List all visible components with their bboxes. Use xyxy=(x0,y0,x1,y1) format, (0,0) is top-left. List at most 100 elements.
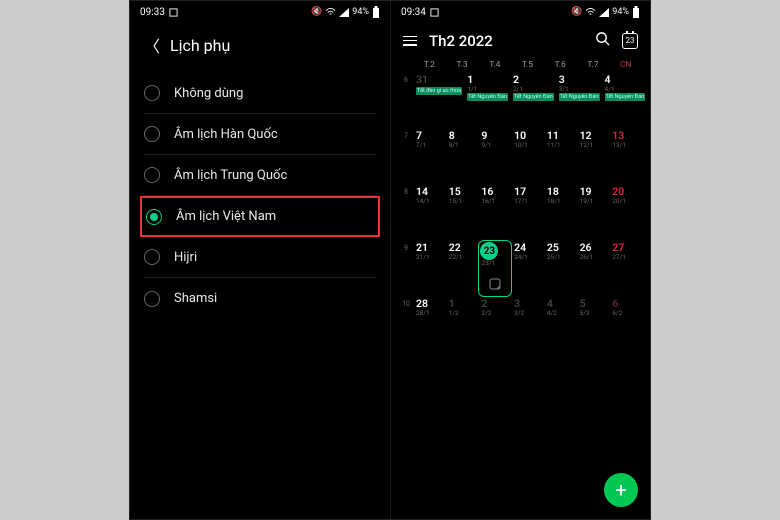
day-cell[interactable]: 1212/1 xyxy=(578,129,610,184)
signal-icon xyxy=(339,8,349,17)
lunar-date: 13/1 xyxy=(612,142,640,149)
month-label[interactable]: Th2 2022 xyxy=(429,32,493,50)
radio-icon xyxy=(144,167,160,183)
day-number: 16 xyxy=(481,187,509,198)
week-number: 7 xyxy=(399,129,413,184)
day-number: 1 xyxy=(467,75,508,86)
day-cell[interactable]: 1313/1 xyxy=(610,129,642,184)
day-cell[interactable]: 2626/1 xyxy=(578,241,610,296)
lunar-date: 4/2 xyxy=(547,310,575,317)
day-number: 14 xyxy=(416,187,444,198)
week-number: 10 xyxy=(399,297,413,352)
calendar-type-option[interactable]: Không dùng xyxy=(144,73,376,114)
search-icon[interactable] xyxy=(595,31,610,50)
event-chip: Tết Nguyên Đán xyxy=(559,93,600,101)
wifi-icon xyxy=(325,8,336,17)
option-label: Shamsi xyxy=(174,291,217,306)
lunar-date: 3/2 xyxy=(514,310,542,317)
option-label: Không dùng xyxy=(174,86,243,101)
day-cell[interactable]: 1919/1 xyxy=(578,185,610,240)
day-cell[interactable]: 77/1 xyxy=(414,129,446,184)
day-cell[interactable]: 1616/1 xyxy=(479,185,511,240)
day-cell[interactable]: 2727/1 xyxy=(610,241,642,296)
day-cell[interactable]: 1111/1 xyxy=(545,129,577,184)
day-cell[interactable]: 44/1Tết Nguyên Đán xyxy=(603,73,648,128)
option-label: Hijri xyxy=(174,250,197,265)
day-cell[interactable]: 2121/1 xyxy=(414,241,446,296)
day-number: 1 xyxy=(449,299,477,310)
dow-label: T.4 xyxy=(478,60,511,70)
day-cell[interactable]: 2828/1 xyxy=(414,297,446,352)
screenshot-pair: 09:33 🔇 94% 〈 Lịch phụ xyxy=(129,0,651,520)
day-cell[interactable]: 33/2 xyxy=(512,297,544,352)
week-number: 9 xyxy=(399,241,413,296)
lunar-date: 10/1 xyxy=(514,142,542,149)
lunar-date: 16/1 xyxy=(481,198,509,205)
lunar-date: 5/2 xyxy=(580,310,608,317)
day-number: 2 xyxy=(481,299,509,310)
day-cell[interactable]: 11/2 xyxy=(447,297,479,352)
back-icon[interactable]: 〈 xyxy=(144,33,160,57)
week-number: 6 xyxy=(399,73,413,128)
calendar-type-option[interactable]: Hijri xyxy=(144,237,376,278)
lunar-date: 1/2 xyxy=(449,310,477,317)
lunar-date: 14/1 xyxy=(416,198,444,205)
day-cell[interactable]: 55/2 xyxy=(578,297,610,352)
day-cell[interactable]: 44/2 xyxy=(545,297,577,352)
day-cell[interactable]: 33/1Tết Nguyên Đán xyxy=(557,73,602,128)
day-cell[interactable]: 1414/1 xyxy=(414,185,446,240)
mute-icon: 🔇 xyxy=(311,7,322,17)
calendar-type-option[interactable]: Âm lịch Trung Quốc xyxy=(144,155,376,196)
screenshot-icon xyxy=(169,8,178,17)
day-number: 21 xyxy=(416,243,444,254)
week-row: 102828/111/222/233/244/255/266/2 xyxy=(399,297,642,352)
lunar-date: 2/2 xyxy=(481,310,509,317)
calendar-type-option[interactable]: Âm lịch Việt Nam xyxy=(140,196,380,237)
day-cell[interactable]: 66/2 xyxy=(610,297,642,352)
day-cell[interactable]: 31Tất đèn gi ao thừa xyxy=(414,73,464,128)
day-cell[interactable]: 1010/1 xyxy=(512,129,544,184)
day-cell[interactable]: 2020/1 xyxy=(610,185,642,240)
day-cell[interactable]: 88/1 xyxy=(447,129,479,184)
day-cell[interactable]: 1717/1 xyxy=(512,185,544,240)
day-number: 10 xyxy=(514,131,542,142)
week-row: 81414/11515/11616/11717/11818/11919/1202… xyxy=(399,185,642,240)
today-icon[interactable]: 23 xyxy=(622,33,638,49)
day-cell[interactable]: 2222/1 xyxy=(447,241,479,296)
calendar-type-option[interactable]: Âm lịch Hàn Quốc xyxy=(144,114,376,155)
radio-icon xyxy=(144,126,160,142)
week-row: 777/188/199/11010/11111/11212/11313/1 xyxy=(399,129,642,184)
lunar-date: 12/1 xyxy=(580,142,608,149)
day-cell[interactable]: 2525/1 xyxy=(545,241,577,296)
dow-label: T.3 xyxy=(446,60,479,70)
calendar-type-option[interactable]: Shamsi xyxy=(144,278,376,319)
week-row: 92121/12222/12323/12424/12525/12626/1272… xyxy=(399,241,642,296)
day-of-week-row: T.2T.3T.4T.5T.6T.7CN xyxy=(391,60,650,73)
day-number: 2 xyxy=(513,75,554,86)
day-cell[interactable]: 55/1Tết Nguyên Đán xyxy=(648,73,650,128)
week-row: 631Tất đèn gi ao thừa11/1Tết Nguyên Đán2… xyxy=(399,73,642,128)
menu-icon[interactable] xyxy=(403,36,417,46)
day-number: 9 xyxy=(481,131,509,142)
day-cell[interactable]: 22/2 xyxy=(479,297,511,352)
event-chip: Tết Nguyên Đán xyxy=(513,93,554,101)
day-number: 28 xyxy=(416,299,444,310)
add-event-fab[interactable]: + xyxy=(604,473,638,507)
radio-icon xyxy=(144,249,160,265)
day-cell[interactable]: 2323/1 xyxy=(479,241,511,296)
day-cell[interactable]: 1515/1 xyxy=(447,185,479,240)
lunar-date: 15/1 xyxy=(449,198,477,205)
signal-icon xyxy=(599,8,609,17)
day-number: 4 xyxy=(605,75,646,86)
day-cell[interactable]: 1818/1 xyxy=(545,185,577,240)
day-cell[interactable]: 11/1Tết Nguyên Đán xyxy=(465,73,510,128)
day-number: 12 xyxy=(580,131,608,142)
lunar-date: 17/1 xyxy=(514,198,542,205)
day-cell[interactable]: 22/1Tết Nguyên Đán xyxy=(511,73,556,128)
lunar-date: 28/1 xyxy=(416,310,444,317)
day-cell[interactable]: 99/1 xyxy=(479,129,511,184)
day-number: 15 xyxy=(449,187,477,198)
day-number: 5 xyxy=(580,299,608,310)
battery-icon xyxy=(632,6,640,18)
day-cell[interactable]: 2424/1 xyxy=(512,241,544,296)
